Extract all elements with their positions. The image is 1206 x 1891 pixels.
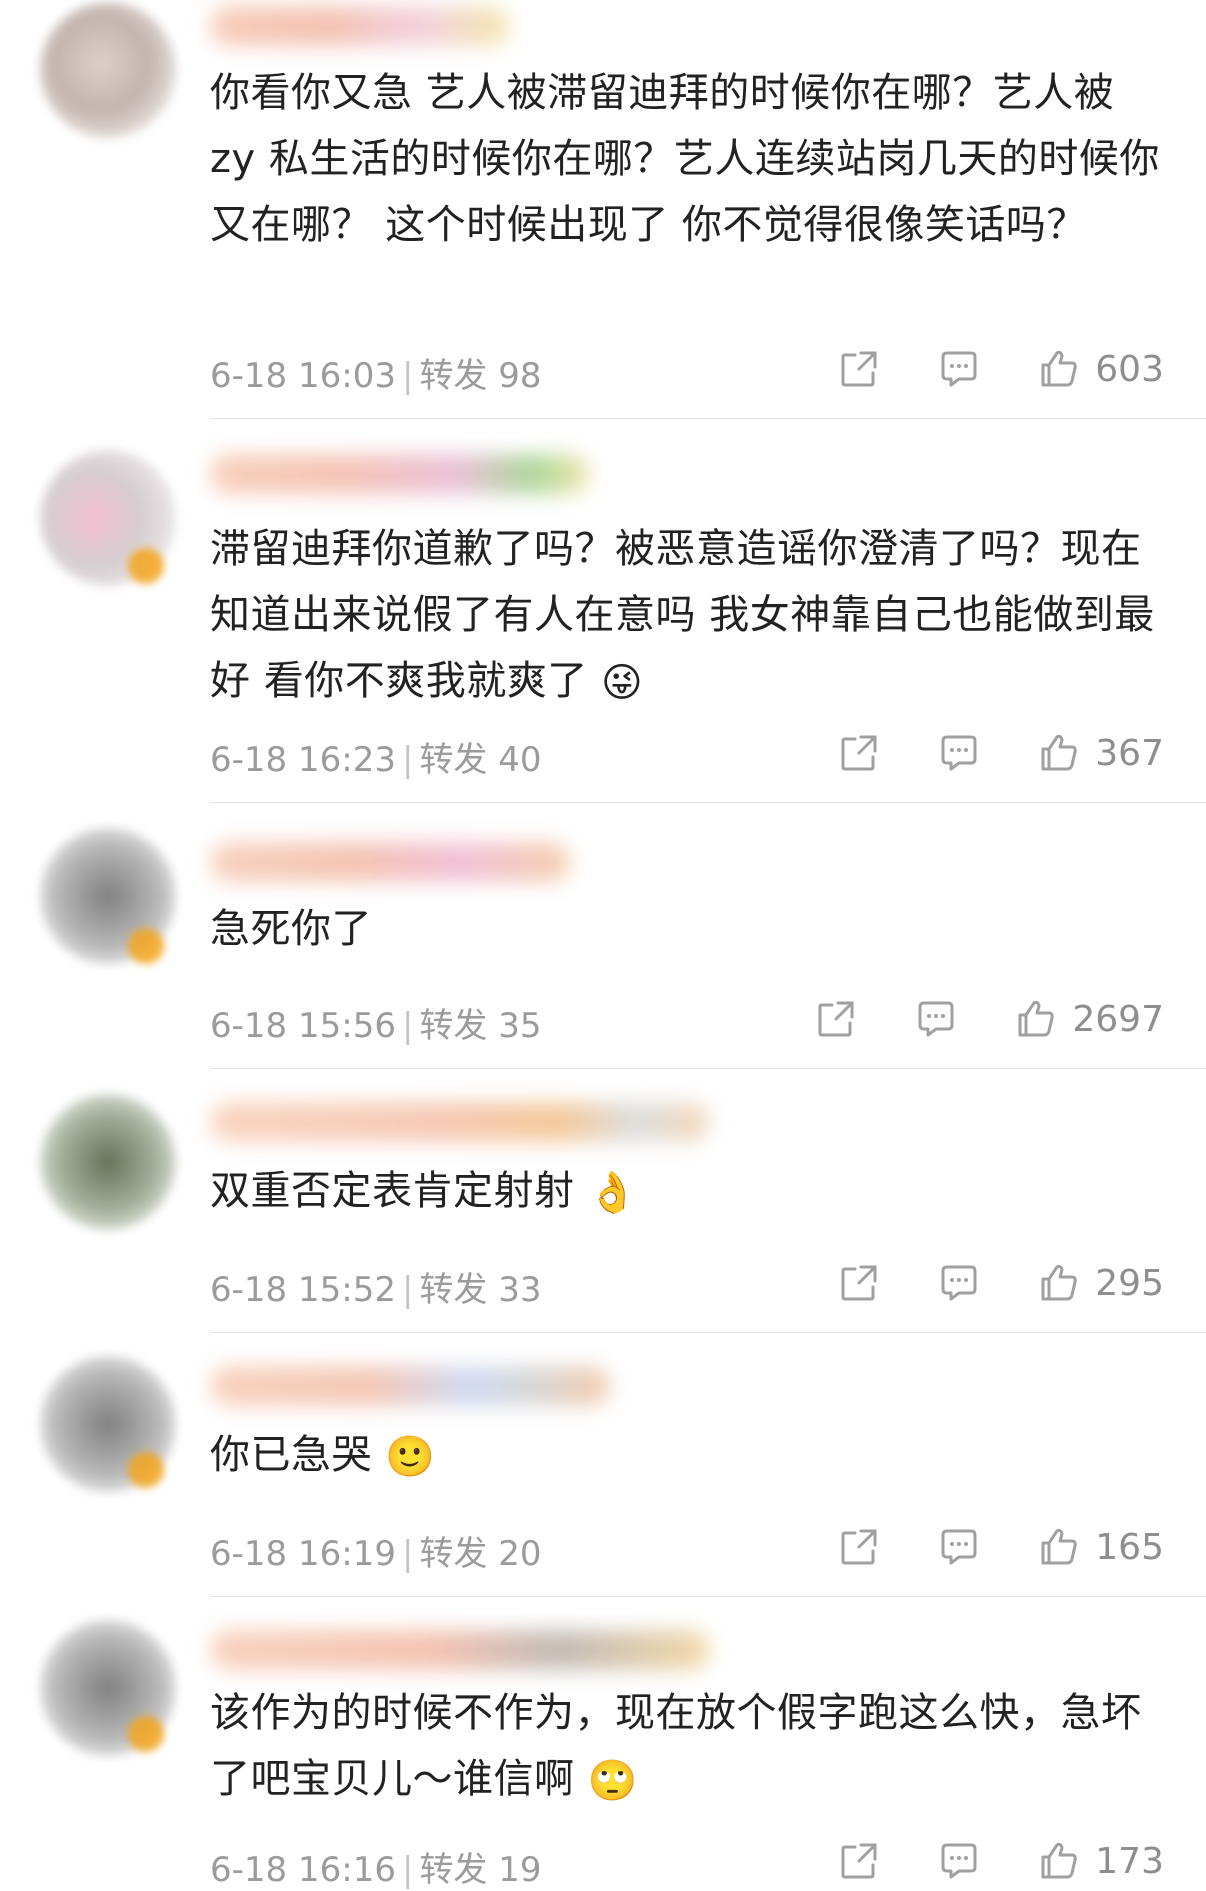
repost-count[interactable]: 转发 19	[419, 1850, 541, 1890]
comment-time: 6-18 15:52	[210, 1270, 396, 1310]
comment-meta: 6-18 15:56 | 转发 35	[210, 998, 542, 1047]
like-count: 295	[1095, 1262, 1164, 1304]
meta-separator: |	[401, 740, 414, 780]
wink-tongue-emoji-icon: 😜	[600, 660, 644, 706]
thumbs-up-icon	[1037, 1839, 1081, 1883]
comment-meta: 6-18 16:19 | 转发 20	[210, 1526, 542, 1575]
meta-separator: |	[401, 1850, 414, 1890]
eye-roll-emoji-icon: 🙄	[587, 1758, 639, 1804]
avatar[interactable]	[40, 2, 176, 138]
share-icon[interactable]	[837, 731, 881, 775]
thumbs-up-icon	[1037, 1261, 1081, 1305]
comment-icon[interactable]	[937, 1839, 981, 1883]
share-icon[interactable]	[837, 1261, 881, 1305]
divider	[210, 802, 1206, 803]
comment-text: 你已急哭 🙂	[210, 1422, 1170, 1488]
divider	[210, 418, 1206, 419]
repost-count[interactable]: 转发 20	[419, 1534, 541, 1574]
comment-icon[interactable]	[937, 1525, 981, 1569]
like-button[interactable]: 367	[1037, 731, 1164, 775]
like-button[interactable]: 173	[1037, 1839, 1164, 1883]
ok-hand-emoji-icon: 👌	[587, 1170, 639, 1216]
meta-separator: |	[401, 1006, 414, 1046]
comment-meta: 6-18 16:23 | 转发 40	[210, 732, 542, 781]
share-icon[interactable]	[814, 997, 858, 1041]
like-button[interactable]: 2697	[1014, 997, 1164, 1041]
avatar-badge	[128, 1716, 164, 1752]
comment-icon[interactable]	[937, 347, 981, 391]
avatar-badge	[128, 548, 164, 584]
like-count: 173	[1095, 1840, 1164, 1882]
comment-text-content: 双重否定表肯定射射	[210, 1168, 575, 1214]
repost-count[interactable]: 转发 35	[419, 1006, 541, 1046]
comment-meta: 6-18 15:52 | 转发 33	[210, 1262, 542, 1311]
comment-text: 双重否定表肯定射射 👌	[210, 1158, 1170, 1224]
comment-time: 6-18 15:56	[210, 1006, 396, 1046]
username-blurred[interactable]	[210, 842, 570, 882]
comment-actions: 2697	[814, 994, 1164, 1044]
share-icon[interactable]	[837, 1525, 881, 1569]
comment-actions: 165	[837, 1522, 1164, 1572]
username-blurred[interactable]	[210, 6, 510, 46]
avatar-badge	[128, 928, 164, 964]
meta-separator: |	[401, 356, 414, 396]
comment-text: 滞留迪拜你道歉了吗？被恶意造谣你澄清了吗？现在知道出来说假了有人在意吗 我女神靠…	[210, 516, 1170, 714]
username-blurred[interactable]	[210, 1102, 710, 1142]
comment-time: 6-18 16:19	[210, 1534, 396, 1574]
comment-time: 6-18 16:16	[210, 1850, 396, 1890]
comment-text-content: 滞留迪拜你道歉了吗？被恶意造谣你澄清了吗？现在知道出来说假了有人在意吗 我女神靠…	[210, 526, 1155, 704]
comment-icon[interactable]	[914, 997, 958, 1041]
like-button[interactable]: 165	[1037, 1525, 1164, 1569]
comment-time: 6-18 16:03	[210, 356, 396, 396]
smile-emoji-icon: 🙂	[385, 1434, 436, 1480]
comment-text-content: 你看你又急 艺人被滞留迪拜的时候你在哪？艺人被 zy 私生活的时候你在哪？艺人连…	[210, 70, 1160, 248]
meta-separator: |	[401, 1270, 414, 1310]
thumbs-up-icon	[1037, 731, 1081, 775]
avatar[interactable]	[40, 1094, 176, 1230]
comment-text: 该作为的时候不作为，现在放个假字跑这么快，急坏了吧宝贝儿～谁信啊 🙄	[210, 1680, 1170, 1812]
comment-actions: 603	[837, 344, 1164, 394]
username-blurred[interactable]	[210, 454, 590, 494]
share-icon[interactable]	[837, 1839, 881, 1883]
share-icon[interactable]	[837, 347, 881, 391]
comment-actions: 173	[837, 1836, 1164, 1886]
comment-text: 你看你又急 艺人被滞留迪拜的时候你在哪？艺人被 zy 私生活的时候你在哪？艺人连…	[210, 60, 1170, 258]
thumbs-up-icon	[1037, 347, 1081, 391]
comment-meta: 6-18 16:16 | 转发 19	[210, 1842, 542, 1891]
comment-time: 6-18 16:23	[210, 740, 396, 780]
thumbs-up-icon	[1014, 997, 1058, 1041]
divider	[210, 1596, 1206, 1597]
avatar-badge	[128, 1452, 164, 1488]
like-count: 367	[1095, 732, 1164, 774]
comment-icon[interactable]	[937, 1261, 981, 1305]
comment-icon[interactable]	[937, 731, 981, 775]
comment-text-content: 急死你了	[210, 906, 372, 952]
comment-text: 急死你了	[210, 896, 1170, 962]
like-button[interactable]: 295	[1037, 1261, 1164, 1305]
comment-actions: 367	[837, 728, 1164, 778]
repost-count[interactable]: 转发 33	[419, 1270, 541, 1310]
divider	[210, 1068, 1206, 1069]
comment-actions: 295	[837, 1258, 1164, 1308]
meta-separator: |	[401, 1534, 414, 1574]
comment-text-content: 该作为的时候不作为，现在放个假字跑这么快，急坏了吧宝贝儿～谁信啊	[210, 1690, 1142, 1802]
repost-count[interactable]: 转发 40	[419, 740, 541, 780]
divider	[210, 1332, 1206, 1333]
comment-text-content: 你已急哭	[210, 1432, 372, 1478]
like-count: 165	[1095, 1526, 1164, 1568]
like-count: 2697	[1072, 998, 1164, 1040]
username-blurred[interactable]	[210, 1366, 610, 1406]
repost-count[interactable]: 转发 98	[419, 356, 541, 396]
thumbs-up-icon	[1037, 1525, 1081, 1569]
username-blurred[interactable]	[210, 1630, 710, 1670]
like-count: 603	[1095, 348, 1164, 390]
comment-meta: 6-18 16:03 | 转发 98	[210, 348, 542, 397]
like-button[interactable]: 603	[1037, 347, 1164, 391]
